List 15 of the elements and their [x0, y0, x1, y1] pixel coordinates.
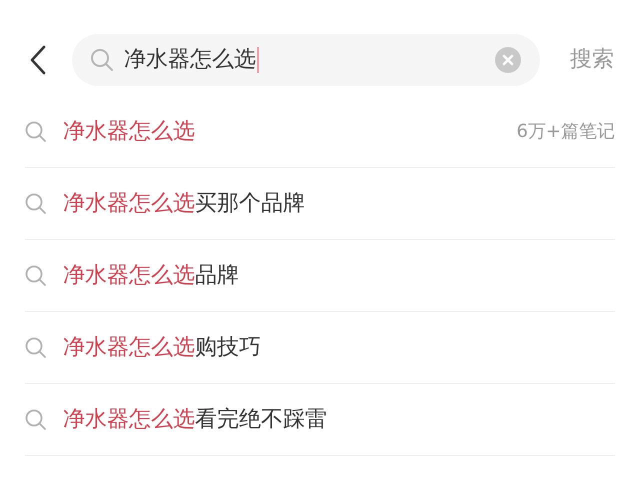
- search-icon: [25, 408, 47, 430]
- search-query-text: 净水器怎么选: [124, 49, 256, 71]
- suggestion-item[interactable]: 净水器怎么选买那个品牌: [63, 192, 305, 214]
- search-icon: [25, 264, 47, 286]
- suggestion-item[interactable]: 净水器怎么选购技巧: [63, 336, 261, 358]
- text-cursor: [257, 47, 259, 73]
- suggestion-item[interactable]: 净水器怎么选: [63, 120, 195, 142]
- search-field[interactable]: 净水器怎么选: [72, 34, 540, 86]
- search-icon: [90, 48, 114, 72]
- search-icon: [25, 120, 47, 142]
- search-icon: [25, 336, 47, 358]
- suggestion-item[interactable]: 净水器怎么选看完绝不踩雷: [63, 408, 327, 430]
- note-count: 6万+篇笔记: [516, 120, 615, 144]
- suggestion-item[interactable]: 净水器怎么选品牌: [63, 264, 239, 286]
- search-icon: [25, 192, 47, 214]
